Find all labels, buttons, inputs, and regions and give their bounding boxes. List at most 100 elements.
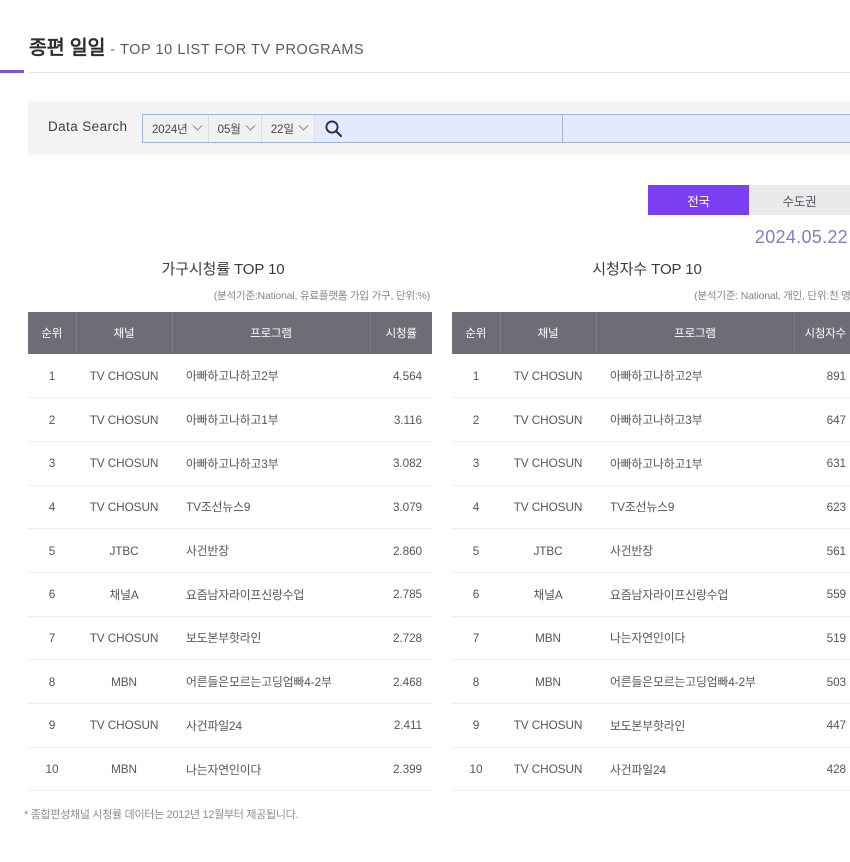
cell-channel: TV CHOSUN (500, 397, 596, 442)
cell-value: 2.785 (370, 572, 432, 617)
table-row: 7 MBN 나는자연인이다 519 (452, 616, 850, 661)
cell-program: 사건파일24 (172, 703, 370, 748)
cell-program: 요즘남자라이프신랑수업 (596, 572, 794, 617)
month-select-value: 05월 (217, 123, 241, 136)
selected-date-label: 2024.05.22 (754, 227, 848, 247)
cell-value: 519 (794, 616, 850, 661)
search-button[interactable] (315, 115, 353, 142)
cell-rank: 1 (452, 354, 500, 399)
cell-rank: 6 (452, 572, 500, 617)
table-row: 8 MBN 어른들은모르는고딩엄빠4-2부 2.468 (28, 659, 432, 704)
cell-program: 사건파일24 (596, 747, 794, 792)
viewer-count-title: 시청자수 TOP 10 (592, 261, 702, 278)
column-header-value: 시청률 (370, 312, 432, 354)
cell-program: 아빠하고나하고3부 (596, 397, 794, 442)
column-header-program: 프로그램 (172, 312, 371, 354)
data-search-label: Data Search (48, 119, 128, 134)
cell-value: 4.564 (370, 354, 432, 399)
cell-value: 631 (794, 441, 850, 486)
viewer-count-table: 순위 채널 프로그램 시청자수 1 TV CHOSUN 아빠하고나하고2부 891 2 T… (452, 312, 850, 792)
table-row: 5 JTBC 사건반장 2.860 (28, 528, 432, 573)
cell-rank: 6 (28, 572, 76, 617)
cell-rank: 4 (28, 485, 76, 530)
cell-program: 어른들은모르는고딩엄빠4-2부 (596, 659, 794, 704)
region-tab-metropolitan[interactable]: 수도권 (749, 185, 850, 215)
cell-value: 647 (794, 397, 850, 442)
page-title: 종편 일일 - TOP 10 LIST FOR TV PROGRAMS (29, 31, 364, 60)
household-rating-table: 순위 채널 프로그램 시청률 1 TV CHOSUN 아빠하고나하고2부 4.564 2… (28, 312, 432, 792)
page-header: 종편 일일 - TOP 10 LIST FOR TV PROGRAMS (0, 0, 850, 73)
cell-rank: 4 (452, 485, 500, 530)
year-select[interactable]: 2024년 (143, 115, 209, 142)
cell-value: 561 (794, 528, 850, 573)
page-root: 종편 일일 - TOP 10 LIST FOR TV PROGRAMS Data… (0, 0, 850, 862)
column-header-channel: 채널 (76, 312, 173, 354)
cell-channel: 채널A (500, 572, 596, 617)
cell-rank: 2 (452, 397, 500, 442)
search-field-group: 2024년 05월 22일 (142, 114, 562, 143)
cell-channel: MBN (76, 659, 172, 704)
cell-program: 보도본부핫라인 (596, 703, 794, 748)
cell-rank: 1 (28, 354, 76, 399)
day-select[interactable]: 22일 (261, 115, 315, 142)
cell-rank: 10 (452, 747, 500, 792)
cell-channel: TV CHOSUN (76, 441, 172, 486)
chevron-down-icon (245, 120, 256, 131)
column-header-value: 시청자수 (794, 312, 850, 354)
table-row: 1 TV CHOSUN 아빠하고나하고2부 891 (452, 354, 850, 399)
cell-program: 사건반장 (172, 528, 370, 573)
chevron-down-icon (298, 120, 309, 131)
cell-value: 2.860 (370, 528, 432, 573)
month-select[interactable]: 05월 (208, 115, 262, 142)
cell-program: 사건반장 (596, 528, 794, 573)
cell-value: 2.411 (370, 703, 432, 748)
table-row: 6 채널A 요즘남자라이프신랑수업 2.785 (28, 572, 432, 617)
cell-channel: JTBC (76, 528, 172, 573)
cell-value: 3.082 (370, 441, 432, 486)
household-rating-table-body: 1 TV CHOSUN 아빠하고나하고2부 4.564 2 TV CHOSUN 아빠하고나하… (28, 354, 432, 792)
cell-value: 503 (794, 659, 850, 704)
table-row: 9 TV CHOSUN 사건파일24 2.411 (28, 703, 432, 748)
cell-value: 2.728 (370, 616, 432, 661)
cell-channel: TV CHOSUN (76, 397, 172, 442)
table-row: 10 TV CHOSUN 사건파일24 428 (452, 747, 850, 792)
cell-program: 아빠하고나하고1부 (172, 397, 370, 442)
region-toggle-group: 전국 수도권 (648, 185, 850, 215)
table-row: 9 TV CHOSUN 보도본부핫라인 447 (452, 703, 850, 748)
column-header-rank: 순위 (452, 312, 501, 354)
secondary-search-field[interactable] (562, 114, 850, 143)
page-title-en: TOP 10 LIST FOR TV PROGRAMS (120, 42, 365, 58)
table-row: 4 TV CHOSUN TV조선뉴스9 3.079 (28, 485, 432, 530)
cell-program: 아빠하고나하고3부 (172, 441, 370, 486)
cell-program: TV조선뉴스9 (172, 485, 370, 530)
header-accent-bar (0, 70, 24, 73)
cell-channel: TV CHOSUN (500, 703, 596, 748)
chevron-down-icon (192, 120, 203, 131)
data-search-panel: Data Search 2024년 05월 22일 (28, 101, 850, 155)
table-row: 6 채널A 요즘남자라이프신랑수업 559 (452, 572, 850, 617)
cell-value: 2.468 (370, 659, 432, 704)
cell-channel: TV CHOSUN (500, 485, 596, 530)
cell-program: 아빠하고나하고2부 (596, 354, 794, 399)
cell-value: 623 (794, 485, 850, 530)
cell-channel: MBN (500, 616, 596, 661)
page-title-dash: - (110, 42, 116, 58)
region-tab-nationwide[interactable]: 전국 (648, 185, 749, 215)
search-input[interactable] (352, 115, 562, 142)
day-select-value: 22일 (270, 123, 294, 136)
cell-channel: TV CHOSUN (500, 441, 596, 486)
secondary-search-input[interactable] (563, 115, 850, 142)
cell-program: 보도본부핫라인 (172, 616, 370, 661)
cell-value: 559 (794, 572, 850, 617)
column-header-channel: 채널 (500, 312, 597, 354)
cell-rank: 7 (28, 616, 76, 661)
table-row: 2 TV CHOSUN 아빠하고나하고3부 647 (452, 397, 850, 442)
header-divider (28, 72, 850, 73)
cell-program: 요즘남자라이프신랑수업 (172, 572, 370, 617)
table-row: 7 TV CHOSUN 보도본부핫라인 2.728 (28, 616, 432, 661)
cell-program: 나는자연인이다 (596, 616, 794, 661)
cell-channel: JTBC (500, 528, 596, 573)
cell-channel: MBN (500, 659, 596, 704)
table-row: 10 MBN 나는자연인이다 2.399 (28, 747, 432, 792)
cell-value: 3.116 (370, 397, 432, 442)
